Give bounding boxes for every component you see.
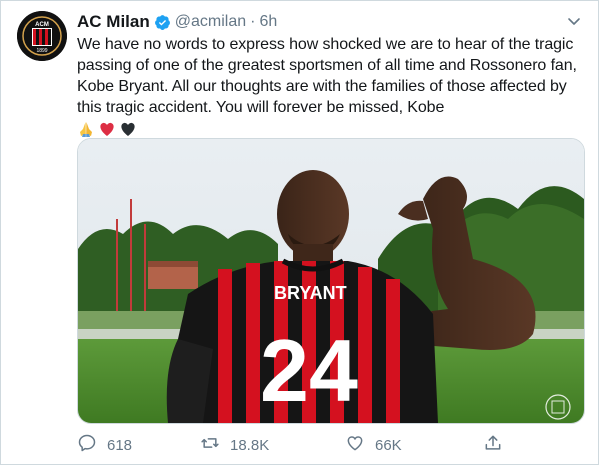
svg-text:1899: 1899 [36,48,47,54]
tweet-timestamp[interactable]: 6h [259,13,277,31]
red-heart-icon [98,120,116,138]
svg-text:ACM: ACM [35,22,49,28]
folded-hands-icon [77,120,95,138]
tweet-card[interactable]: ACM 1899 AC Milan @acmilan · 6h We have … [0,0,599,465]
author-handle[interactable]: @acmilan [175,13,246,31]
retweet-icon [200,433,220,457]
tweet-text: We have no words to express how shocked … [77,34,583,139]
share-icon [483,433,503,457]
avatar[interactable]: ACM 1899 [17,11,67,61]
like-button[interactable]: 66K [345,433,402,457]
tweet-header: AC Milan @acmilan · 6h [77,11,277,33]
verified-icon [154,14,171,31]
tweet-actions: 618 18.8K 66K [77,433,517,457]
share-button[interactable] [483,433,503,457]
reply-icon [77,433,97,457]
retweet-button[interactable]: 18.8K [200,433,269,457]
jersey-name: BRYANT [274,283,347,303]
author-name[interactable]: AC Milan [77,12,150,32]
reply-count: 618 [107,436,133,454]
tweet-media-photo[interactable]: BRYANT 24 [77,138,585,424]
meta-separator: · [250,13,256,30]
chevron-down-icon[interactable] [566,13,582,29]
jersey-number: 24 [260,321,358,420]
emoji-row [77,119,583,139]
kobe-bryant-photo: BRYANT 24 [78,139,584,423]
like-count: 66K [375,436,402,454]
black-heart-icon [119,120,137,138]
retweet-count: 18.8K [230,436,270,454]
ac-milan-logo: ACM 1899 [17,11,67,61]
like-icon [345,433,365,457]
reply-button[interactable]: 618 [77,433,132,457]
tweet-body: We have no words to express how shocked … [77,36,577,116]
